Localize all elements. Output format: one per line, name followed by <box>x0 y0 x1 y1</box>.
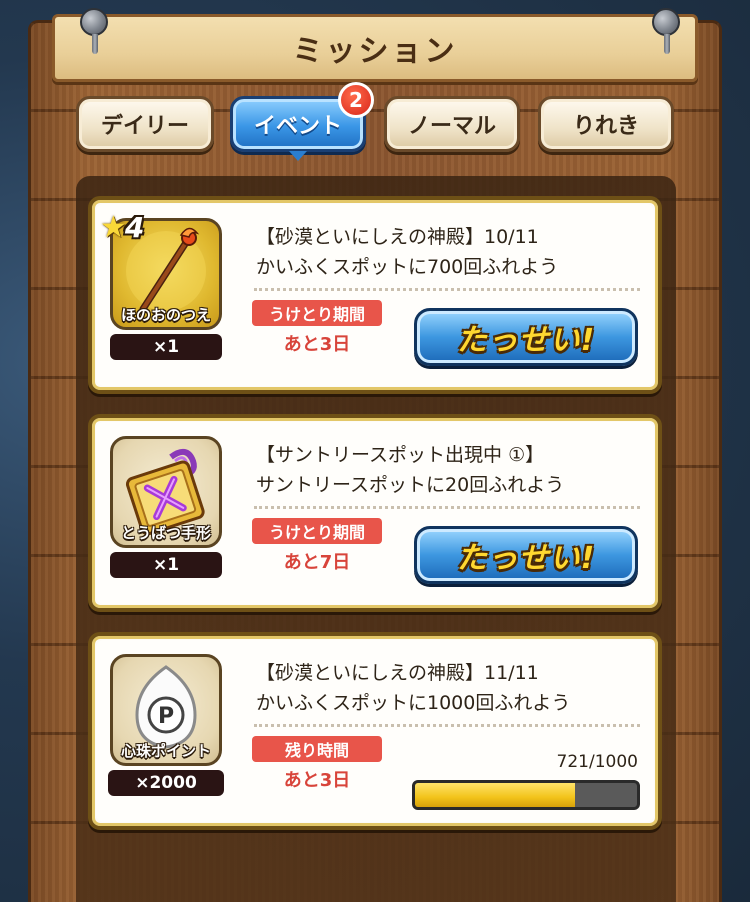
mission-card: ★ 4 ほのおのつえ ×1 【砂漠といにしえの神殿】10/11 かいふくスポット… <box>88 196 662 394</box>
reward-quantity: ×1 <box>110 334 222 360</box>
rarity-number: 4 <box>124 211 145 244</box>
mission-title-line1: 【サントリースポット出現中 ①】 <box>256 444 545 466</box>
right-pin-icon <box>652 8 680 54</box>
title-plate: ミッション <box>52 14 698 82</box>
divider <box>254 724 640 727</box>
mission-title-line1: 【砂漠といにしえの神殿】11/11 <box>256 662 539 684</box>
tab-daily-label: デイリー <box>100 114 189 139</box>
mission-title: 【砂漠といにしえの神殿】11/11 かいふくスポットに1000回ふれよう <box>256 658 656 718</box>
tab-history[interactable]: りれき <box>538 96 674 152</box>
remaining-time: あと3日 <box>283 770 351 791</box>
svg-text:P: P <box>158 704 174 729</box>
claim-button[interactable]: たっせい! <box>414 526 638 584</box>
remaining-time: あと7日 <box>283 552 351 573</box>
mission-title: 【砂漠といにしえの神殿】10/11 かいふくスポットに700回ふれよう <box>256 222 656 282</box>
mission-title-line1: 【砂漠といにしえの神殿】10/11 <box>256 226 539 248</box>
period-tag: うけとり期間 <box>252 518 382 544</box>
reward-name: 心珠ポイント <box>120 742 211 760</box>
divider <box>254 506 640 509</box>
tab-history-label: りれき <box>572 114 639 139</box>
star-icon: ★ <box>100 210 127 245</box>
left-pin-icon <box>80 8 108 54</box>
progress-bar <box>412 780 640 810</box>
tab-event-label: イベント <box>253 114 342 139</box>
mission-card: P 心珠ポイント ×2000 【砂漠といにしえの神殿】11/11 かいふくスポッ… <box>88 632 662 830</box>
tab-normal[interactable]: ノーマル <box>384 96 520 152</box>
progress-count: 721/1000 <box>556 752 638 772</box>
remaining-time: あと3日 <box>283 334 351 355</box>
period-tag: 残り時間 <box>252 736 382 762</box>
claim-button[interactable]: たっせい! <box>414 308 638 366</box>
rarity-badge: ★ 4 <box>100 210 144 245</box>
progress-fill <box>415 783 576 807</box>
divider <box>254 288 640 291</box>
tab-daily[interactable]: デイリー <box>76 96 214 152</box>
mission-card: とうばつ手形 ×1 【サントリースポット出現中 ①】 サントリースポットに20回… <box>88 414 662 612</box>
mission-title: 【サントリースポット出現中 ①】 サントリースポットに20回ふれよう <box>256 440 656 500</box>
page-title: ミッション <box>292 34 458 69</box>
tab-normal-label: ノーマル <box>407 114 496 139</box>
reward-quantity: ×2000 <box>108 770 224 796</box>
mission-title-line2: かいふくスポットに700回ふれよう <box>256 256 559 278</box>
mission-title-line2: サントリースポットに20回ふれよう <box>256 474 565 496</box>
period-tag: うけとり期間 <box>252 300 382 326</box>
reward-name: ほのおのつえ <box>120 306 211 324</box>
reward-quantity: ×1 <box>110 552 222 578</box>
reward-name: とうばつ手形 <box>120 524 211 542</box>
notification-badge: 2 <box>338 82 374 118</box>
mission-title-line2: かいふくスポットに1000回ふれよう <box>256 692 571 714</box>
